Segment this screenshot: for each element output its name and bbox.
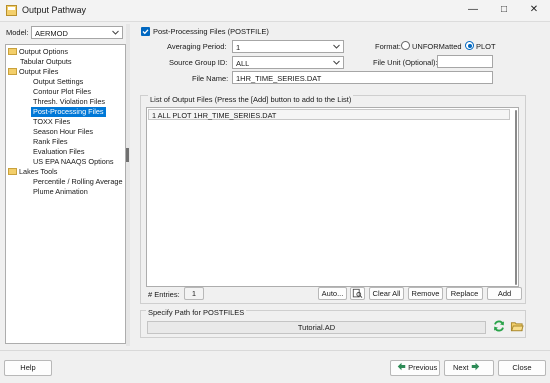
folder-icon — [8, 68, 17, 75]
right-panel: Post-Processing Files (POSTFILE) Averagi… — [131, 24, 546, 346]
averaging-period-label: Averaging Period: — [167, 42, 227, 51]
checkmark-icon — [142, 29, 149, 35]
tree-item-label: Contour Plot Files — [33, 87, 91, 96]
source-group-select[interactable]: ALL — [232, 56, 344, 69]
title-bar: Output Pathway — □ ✕ — [0, 0, 550, 22]
next-button[interactable]: Next — [444, 360, 494, 376]
splitter-grip[interactable] — [126, 148, 129, 162]
tree-item-percentile-rolling-average[interactable]: Percentile / Rolling Average — [33, 177, 123, 187]
list-item[interactable]: 1 ALL PLOT 1HR_TIME_SERIES.DAT — [148, 109, 510, 120]
previous-button[interactable]: Previous — [390, 360, 440, 376]
format-unformatted-radio[interactable] — [401, 41, 410, 50]
tree-item-label: Evaluation Files — [33, 147, 85, 156]
footer-bar: Help Previous Next Close — [0, 350, 550, 383]
tree-item-label: Rank Files — [33, 137, 68, 146]
chevron-down-icon — [333, 44, 340, 49]
navigation-tree[interactable]: Output Options Tabular Outputs Output Fi… — [5, 44, 126, 344]
left-panel: Model: AERMOD Output Options Tabular Out… — [4, 24, 126, 346]
replace-button[interactable]: Replace — [446, 287, 483, 300]
postfile-enable-label: Post-Processing Files (POSTFILE) — [153, 27, 269, 36]
model-label: Model: — [6, 28, 29, 37]
tree-item-post-processing-files[interactable]: Post-Processing Files — [31, 107, 106, 117]
app-icon — [6, 5, 17, 16]
tree-item-toxx-files[interactable]: TOXX Files — [33, 117, 70, 127]
close-button[interactable]: Close — [498, 360, 546, 376]
tree-item-label: Lakes Tools — [19, 167, 58, 176]
averaging-period-select[interactable]: 1 — [232, 40, 344, 53]
file-name-label: File Name: — [192, 74, 229, 83]
file-unit-label: File Unit (Optional): — [373, 58, 438, 67]
tree-folder-lakes-tools[interactable]: Lakes Tools — [8, 167, 57, 177]
file-name-input[interactable]: 1HR_TIME_SERIES.DAT — [232, 71, 493, 84]
file-unit-input[interactable] — [437, 55, 493, 68]
postfile-enable-checkbox[interactable] — [141, 27, 150, 36]
tree-item-season-hour-files[interactable]: Season Hour Files — [33, 127, 93, 137]
auto-button[interactable]: Auto... — [318, 287, 347, 300]
tree-item-output-settings[interactable]: Output Settings — [33, 77, 83, 87]
close-icon[interactable]: ✕ — [526, 3, 542, 17]
next-label: Next — [453, 363, 469, 372]
tree-item-label: TOXX Files — [33, 117, 71, 126]
folder-open-icon — [510, 322, 524, 332]
averaging-period-value: 1 — [236, 43, 241, 52]
browse-folder-button[interactable] — [509, 319, 524, 334]
tree-item-evaluation-files[interactable]: Evaluation Files — [33, 147, 85, 157]
folder-icon — [8, 48, 17, 55]
tree-item-label: Thresh. Violation Files — [33, 97, 106, 106]
tree-item-tabular-outputs[interactable]: Tabular Outputs — [20, 57, 72, 67]
list-scrollbar[interactable] — [515, 110, 517, 285]
maximize-icon[interactable]: □ — [496, 3, 512, 17]
format-plot-radio[interactable] — [465, 41, 474, 50]
model-select[interactable]: AERMOD — [31, 26, 123, 39]
source-group-value: ALL — [236, 59, 250, 68]
model-select-value: AERMOD — [35, 29, 68, 38]
source-group-label: Source Group ID: — [169, 58, 228, 67]
tree-item-us-epa-naaqs-options[interactable]: US EPA NAAQS Options — [33, 157, 114, 167]
arrow-right-icon — [471, 362, 479, 371]
folder-icon — [8, 168, 17, 175]
format-plot-label: PLOT — [476, 42, 496, 51]
arrow-left-icon — [397, 362, 406, 371]
entries-label: # Entries: — [148, 290, 180, 299]
refresh-path-button[interactable] — [491, 319, 506, 334]
remove-button[interactable]: Remove — [408, 287, 443, 300]
help-button[interactable]: Help — [4, 360, 52, 376]
panel-splitter[interactable] — [126, 24, 130, 346]
tree-item-label: Post-Processing Files — [33, 107, 104, 116]
chevron-down-icon — [112, 30, 119, 35]
output-list-header: List of Output Files (Press the [Add] bu… — [148, 95, 354, 104]
minimize-icon[interactable]: — — [465, 3, 481, 17]
tree-item-contour-plot-files[interactable]: Contour Plot Files — [33, 87, 91, 97]
tree-item-label: Output Options — [19, 47, 69, 56]
tree-item-label: Season Hour Files — [33, 127, 94, 136]
tree-item-label: Tabular Outputs — [20, 57, 72, 66]
chevron-down-icon — [333, 60, 340, 65]
clear-all-button[interactable]: Clear All — [369, 287, 404, 300]
output-files-list[interactable]: 1 ALL PLOT 1HR_TIME_SERIES.DAT — [146, 107, 519, 287]
previous-label: Previous — [408, 363, 438, 372]
path-value[interactable]: Tutorial.AD — [147, 321, 486, 334]
tree-item-label: Plume Animation — [33, 187, 88, 196]
add-button[interactable]: Add — [487, 287, 522, 300]
view-file-button[interactable] — [350, 287, 365, 300]
entries-count: 1 — [184, 287, 204, 300]
tree-folder-output-files[interactable]: Output Files — [8, 67, 58, 77]
format-unformatted-label: UNFORMatted — [412, 42, 462, 51]
document-search-icon — [352, 288, 363, 298]
file-name-value: 1HR_TIME_SERIES.DAT — [236, 74, 322, 83]
tree-folder-output-options[interactable]: Output Options — [8, 47, 68, 57]
tree-item-rank-files[interactable]: Rank Files — [33, 137, 67, 147]
tree-item-thresh-violation-files[interactable]: Thresh. Violation Files — [33, 97, 105, 107]
tree-item-label: Output Settings — [33, 77, 84, 86]
tree-item-label: Percentile / Rolling Average — [33, 177, 123, 186]
format-label: Format: — [375, 42, 401, 51]
tree-item-label: Output Files — [19, 67, 59, 76]
window-title: Output Pathway — [22, 5, 87, 15]
refresh-icon — [493, 320, 504, 332]
tree-item-label: US EPA NAAQS Options — [33, 157, 114, 166]
path-label: Specify Path for POSTFILES — [146, 308, 247, 317]
tree-item-plume-animation[interactable]: Plume Animation — [33, 187, 88, 197]
